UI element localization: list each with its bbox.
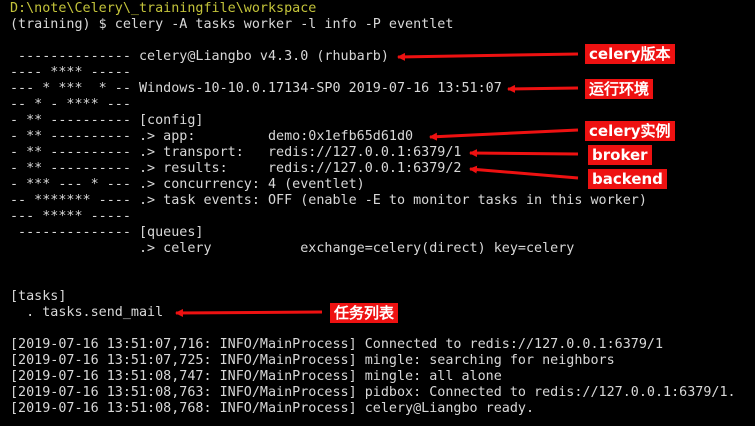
log-line: [2019-07-16 13:51:08,768: INFO/MainProce… bbox=[10, 401, 535, 416]
arrow-backend bbox=[469, 165, 579, 180]
config-app-line: - ** ---------- .> app: demo:0x1efb65d61… bbox=[10, 129, 414, 144]
config-header-line: - ** ---------- [config] bbox=[10, 113, 204, 128]
config-concurrency-line: - *** --- * --- .> concurrency: 4 (event… bbox=[10, 177, 365, 192]
terminal-path-line: D:\note\Celery\_trainingfile\workspace bbox=[10, 1, 317, 16]
banner-line: -- * - **** --- bbox=[10, 97, 131, 112]
log-line: [2019-07-16 13:51:07,716: INFO/MainProce… bbox=[10, 337, 664, 352]
log-line: [2019-07-16 13:51:08,747: INFO/MainProce… bbox=[10, 369, 502, 384]
command-line: (training) $ celery -A tasks worker -l i… bbox=[10, 17, 454, 32]
arrow-instance bbox=[429, 128, 579, 141]
config-task-events-line: -- ******* ---- .> task events: OFF (ena… bbox=[10, 193, 647, 208]
annotation-instance-label: celery实例 bbox=[585, 121, 675, 141]
tasks-header-line: [tasks] bbox=[10, 289, 67, 304]
config-transport-line: - ** ---------- .> transport: redis://12… bbox=[10, 145, 462, 160]
arrow-broker bbox=[469, 149, 579, 158]
banner-version-line: -------------- celery@Liangbo v4.3.0 (rh… bbox=[10, 49, 389, 64]
annotation-environment-label: 运行环境 bbox=[585, 79, 654, 99]
annotation-task-list-label: 任务列表 bbox=[330, 303, 399, 323]
arrow-task-list bbox=[175, 308, 323, 317]
annotation-version-label: celery版本 bbox=[585, 44, 675, 64]
log-line: [2019-07-16 13:51:07,725: INFO/MainProce… bbox=[10, 353, 615, 368]
banner-line: --- ***** ----- bbox=[10, 209, 131, 224]
log-line: [2019-07-16 13:51:08,763: INFO/MainProce… bbox=[10, 385, 736, 400]
queues-header-line: -------------- [queues] bbox=[10, 225, 204, 240]
arrow-environment bbox=[507, 84, 579, 93]
arrow-version bbox=[397, 52, 579, 61]
task-send-mail-line: . tasks.send_mail bbox=[10, 305, 164, 320]
annotation-backend-label: backend bbox=[588, 169, 667, 189]
config-results-line: - ** ---------- .> results: redis://127.… bbox=[10, 161, 462, 176]
annotation-broker-label: broker bbox=[588, 145, 652, 165]
terminal-window: D:\note\Celery\_trainingfile\workspace (… bbox=[0, 0, 755, 426]
banner-line: ---- **** ----- bbox=[10, 65, 131, 80]
queue-celery-line: .> celery exchange=celery(direct) key=ce… bbox=[10, 241, 575, 256]
banner-environment-line: --- * *** * -- Windows-10-10.0.17134-SP0… bbox=[10, 81, 502, 96]
